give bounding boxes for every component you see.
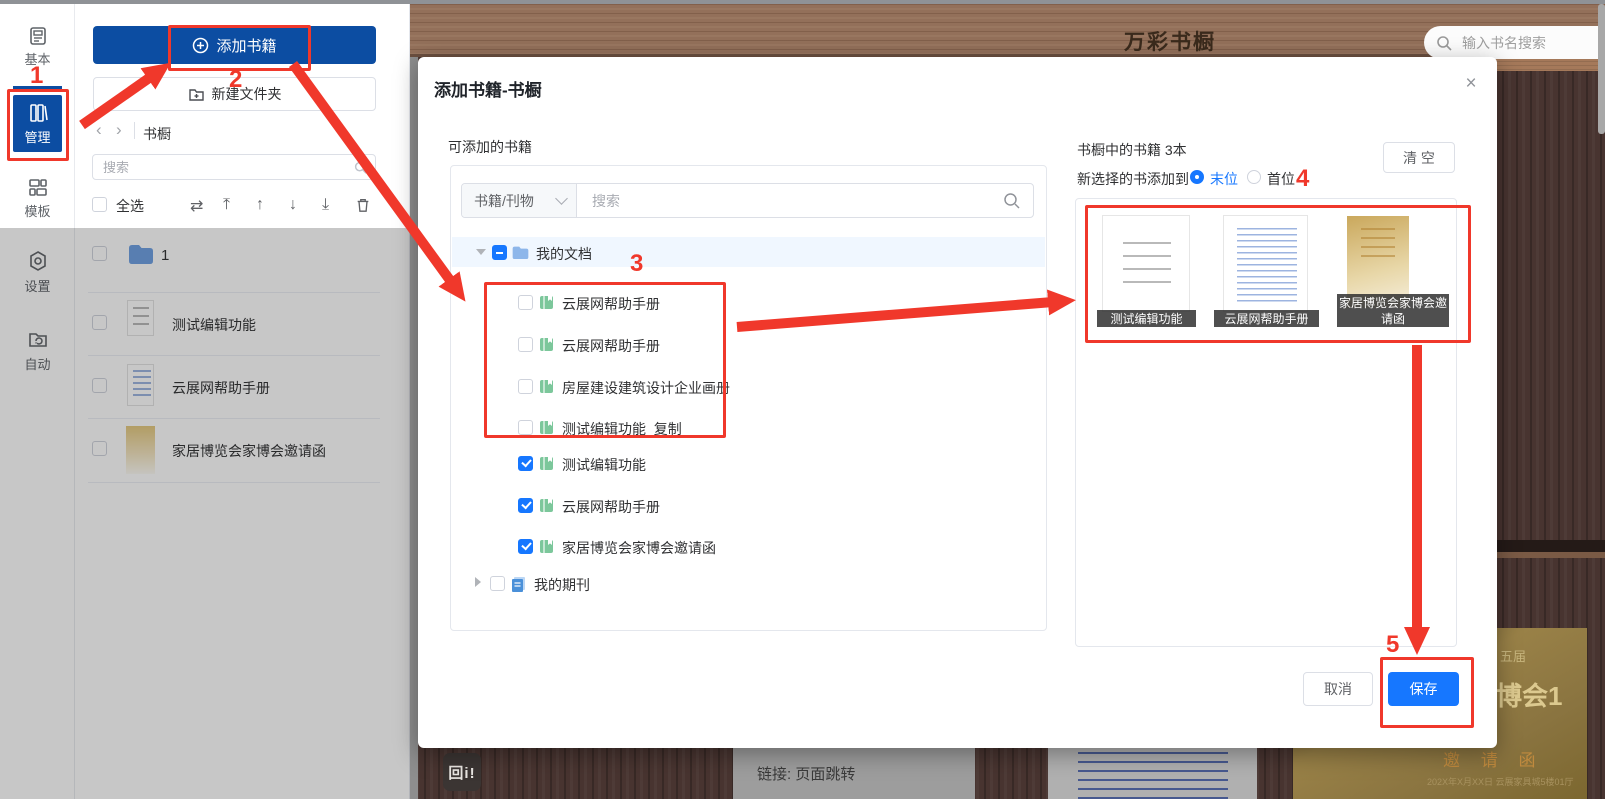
chevron-right-icon[interactable]: › [116,121,122,139]
move-to-top-icon[interactable]: ⤒ [223,196,230,214]
move-down-icon[interactable]: ↓ [289,196,297,214]
new-folder-label: 新建文件夹 [212,84,282,104]
annotation-step-3: 3 [630,250,643,278]
cancel-button[interactable]: 取消 [1303,672,1373,706]
modal-search-input[interactable] [590,192,1003,210]
clear-button-label: 清 空 [1403,148,1435,168]
tree-checkbox-checked[interactable] [518,539,533,554]
annotation-step-5: 5 [1386,631,1399,659]
breadcrumb[interactable]: 书橱 [143,124,171,144]
annotation-box-shelf-books [1085,205,1471,343]
annotation-step-1: 1 [30,62,43,90]
template-icon [27,176,49,198]
tree-row-my-journals[interactable]: 我的期刊 [452,568,1045,598]
annotation-box-save [1380,657,1474,728]
caret-right-icon[interactable] [475,577,481,587]
annotation-box-unchecked-books [484,282,726,438]
sidebar-item-template[interactable]: 模板 [0,201,75,220]
tree-checkbox-checked[interactable] [518,498,533,513]
bookshelf-title: 万彩书橱 [1124,26,1216,56]
book-filter-search: 书籍/刊物 [461,183,1034,218]
tree-row-book[interactable]: 家居博览会家博会邀请函 [452,531,1045,561]
addable-books-heading: 可添加的书籍 [448,137,532,157]
cancel-button-label: 取消 [1324,679,1352,699]
filter-dropdown[interactable]: 书籍/刊物 [462,184,577,217]
move-to-bottom-icon[interactable]: ⤓ [322,196,329,214]
dim-overlay [0,228,410,799]
radio-last-position[interactable] [1190,170,1204,184]
move-up-icon[interactable]: ↑ [256,196,264,214]
tree-label: 我的文档 [536,244,592,264]
invitation-subtitle-text: 邀 请 函 [1443,746,1543,771]
filter-dropdown-label: 书籍/刊物 [474,191,534,211]
book-icon [539,456,554,471]
annotation-step-4: 4 [1296,165,1309,193]
page-link-text: 链接: 页面跳转 [757,763,855,784]
book-icon [539,498,554,513]
sort-swap-icon[interactable]: ⇄ [190,196,203,216]
tree-checkbox-indeterminate[interactable] [492,245,507,260]
tree-label: 云展网帮助手册 [562,497,660,517]
library-search-input[interactable] [101,159,354,176]
tree-row-book[interactable]: 测试编辑功能 [452,448,1045,478]
chevron-left-icon[interactable]: ‹ [96,121,102,139]
page-scrollbar[interactable] [1598,4,1605,134]
journal-icon [510,575,527,592]
top-gray-strip [0,0,1605,4]
annotation-box-add-book [168,25,311,71]
radio-last-label[interactable]: 末位 [1210,169,1238,189]
radio-first-label[interactable]: 首位 [1267,169,1295,189]
folder-icon [512,245,529,260]
book-name-search[interactable] [1424,26,1605,59]
tree-checkbox[interactable] [490,576,505,591]
chevron-down-icon [555,192,568,205]
qr-logo: 回i! [443,753,481,791]
select-all-label: 全选 [116,196,144,216]
shelf-count-label: 书橱中的书籍 3本 [1077,140,1187,160]
select-all-checkbox[interactable] [92,197,107,212]
library-search-box[interactable] [92,154,376,180]
tree-label: 家居博览会家博会邀请函 [562,538,716,558]
background-toc-page [1048,748,1257,799]
annotation-step-2: 2 [229,66,242,94]
invitation-title-text: 博会1 [1496,676,1562,713]
tree-checkbox-checked[interactable] [518,456,533,471]
tree-row-my-documents[interactable]: 我的文档 [452,237,1045,267]
invitation-edition-text: 五届 [1500,646,1526,665]
book-name-search-input[interactable] [1460,34,1594,52]
breadcrumb-divider [134,122,135,139]
book-icon [539,539,554,554]
annotation-box-manage [7,89,69,161]
wancai-bookshelf-app: 万彩书橱 回i! 链接: 页面跳转 五届 博会1 邀 请 函 202X年X月XX… [0,0,1605,799]
search-icon[interactable] [1003,192,1020,209]
search-icon [354,161,367,174]
dialog-title: 添加书籍-书橱 [434,76,542,101]
delete-trash-icon[interactable] [355,197,371,213]
tree-label: 测试编辑功能 [562,455,646,475]
invitation-date-text: 202X年X月XX日 云展家具城5楼01厅 [1427,775,1574,788]
clear-button[interactable]: 清 空 [1383,142,1455,173]
tree-label: 我的期刊 [534,575,590,595]
caret-down-icon[interactable] [476,249,486,255]
folder-plus-icon [188,86,205,103]
panel-edge-strip [410,57,418,799]
add-position-label: 新选择的书添加到 [1077,169,1189,189]
radio-first-position[interactable] [1247,170,1261,184]
search-icon [1436,35,1452,51]
tree-row-book[interactable]: 云展网帮助手册 [452,490,1045,520]
close-icon[interactable]: × [1462,75,1480,93]
basic-icon [27,25,49,47]
background-open-book-page: 链接: 页面跳转 [733,745,975,799]
